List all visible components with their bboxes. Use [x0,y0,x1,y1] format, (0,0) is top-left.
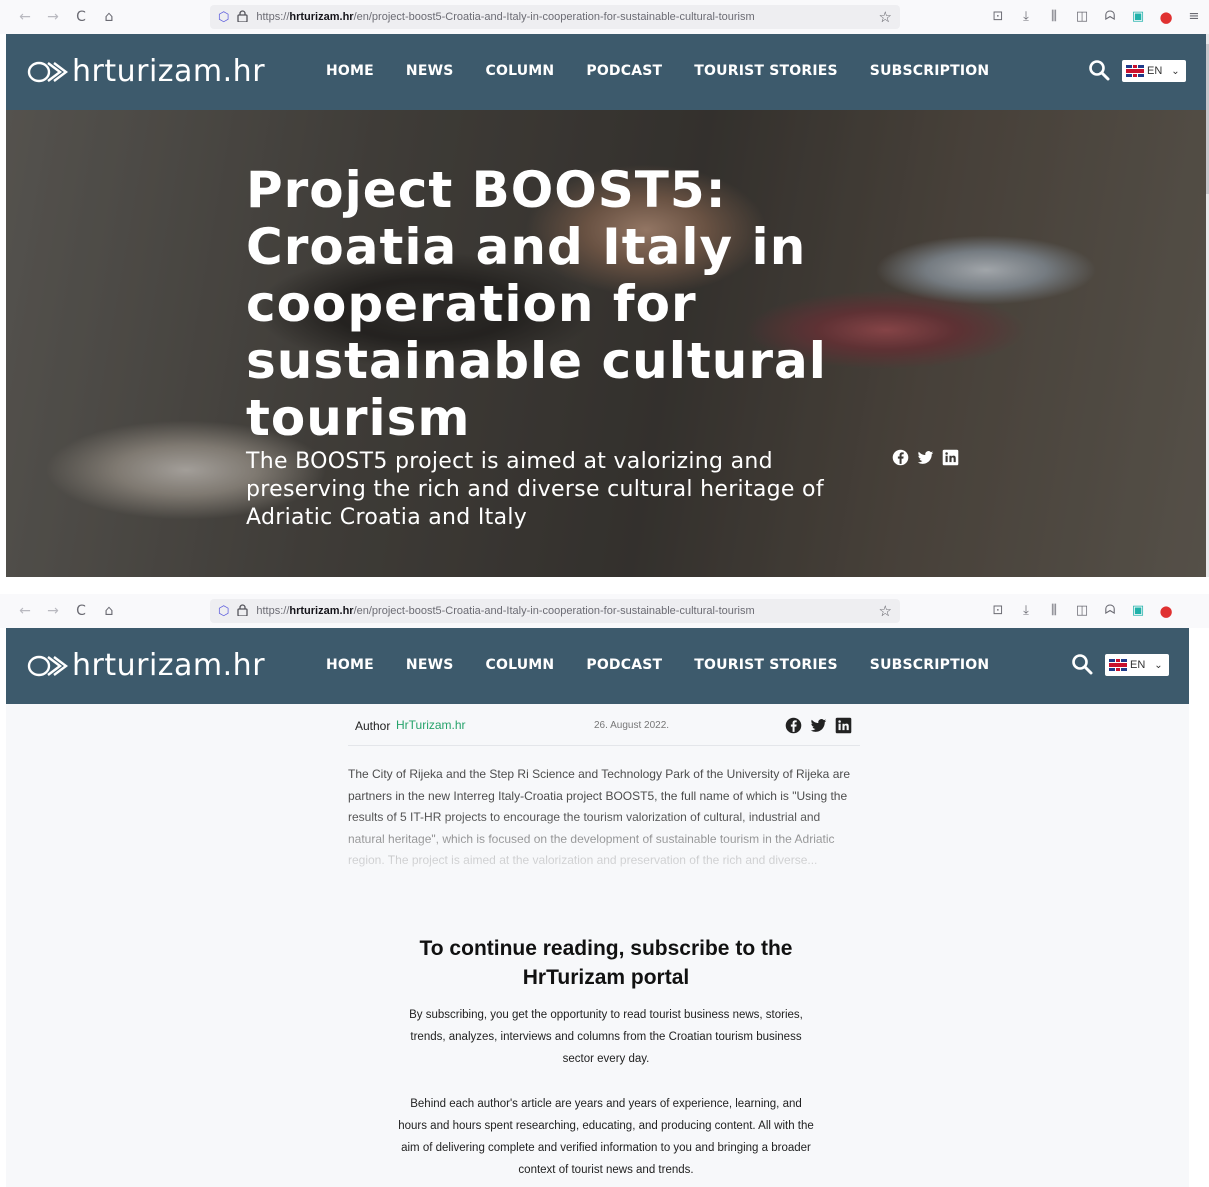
reload-icon[interactable]: C [74,10,88,24]
forward-icon[interactable]: → [46,10,60,24]
url-text[interactable]: https://hrturizam.hr/en/project-boost5-C… [256,11,754,23]
facebook-icon[interactable] [785,717,802,734]
menu-item-column[interactable]: COLUMN [486,63,555,79]
linkedin-icon[interactable] [942,449,959,466]
site-logo[interactable]: hrturizam.hr [26,648,265,683]
language-select[interactable]: EN ⌄ [1105,654,1169,676]
menu-item-podcast[interactable]: PODCAST [586,63,662,79]
twitter-icon[interactable] [810,717,827,734]
paywall-description-2: Behind each author's article are years a… [398,1098,814,1176]
hero-share-buttons [892,449,959,466]
author-link[interactable]: HrTurizam.hr [396,718,466,732]
uk-flag-icon [1126,65,1144,77]
screenshot-bottom: ← → C ⌂ ⬡ https://hrturizam.hr/en/projec… [0,594,1209,1187]
language-select[interactable]: EN ⌄ [1122,60,1186,82]
tracking-shield-icon[interactable]: ⬡ [218,604,229,619]
language-code: EN [1147,65,1163,77]
site-header: hrturizam.hr HOME NEWS COLUMN PODCAST TO… [6,34,1206,110]
main-menu: HOME NEWS COLUMN PODCAST TOURIST STORIES… [326,657,989,673]
screenshot-divider [0,577,1209,594]
bookmark-star-icon[interactable]: ☆ [879,8,892,26]
article-meta: Author HrTurizam.hr 26. August 2022. [348,716,860,746]
lock-icon[interactable] [237,603,249,619]
browser-tools: ⊡ ⤓ ⫼ ◫ ᗣ ▣ ● [990,603,1174,619]
logo-mark-icon [26,57,70,87]
site-header: hrturizam.hr HOME NEWS COLUMN PODCAST TO… [6,628,1189,704]
facebook-icon[interactable] [892,449,909,466]
pocket-icon[interactable]: ⊡ [990,9,1006,25]
logo-text: hrturizam.hr [72,648,266,683]
author-label: Author [355,719,391,733]
menu-item-tourist-stories[interactable]: TOURIST STORIES [694,63,838,79]
extension-icon[interactable]: ● [1158,9,1174,25]
hero-banner: Project BOOST5: Croatia and Italy in coo… [6,110,1206,577]
browser-nav: ← → C ⌂ [0,604,210,618]
account-icon[interactable]: ᗣ [1102,9,1118,25]
address-bar[interactable]: ⬡ https://hrturizam.hr/en/project-boost5… [210,5,900,29]
menu-item-subscription[interactable]: SUBSCRIPTION [870,657,990,673]
linkedin-icon[interactable] [835,717,852,734]
paywall-title: To continue reading, subscribe to the Hr… [419,937,793,989]
download-icon[interactable]: ⤓ [1018,603,1034,619]
download-icon[interactable]: ⤓ [1018,9,1034,25]
reload-icon[interactable]: C [74,604,88,618]
chevron-down-icon: ⌄ [1154,659,1163,671]
share-buttons [785,717,852,734]
sidebar-icon[interactable]: ◫ [1074,603,1090,619]
publish-date: 26. August 2022. [594,720,670,731]
back-icon[interactable]: ← [18,10,32,24]
excerpt-fade-overlay [336,814,876,894]
tracking-shield-icon[interactable]: ⬡ [218,10,229,25]
search-icon[interactable] [1071,653,1093,675]
sidebar-icon[interactable]: ◫ [1074,9,1090,25]
menu-item-home[interactable]: HOME [326,63,374,79]
article-page: Author HrTurizam.hr 26. August 2022. The… [6,704,1189,1187]
pocket-icon[interactable]: ⊡ [990,603,1006,619]
extension-icon[interactable]: ● [1158,603,1174,619]
main-menu: HOME NEWS COLUMN PODCAST TOURIST STORIES… [326,63,989,79]
lock-icon[interactable] [237,9,249,25]
browser-toolbar: ← → C ⌂ ⬡ https://hrturizam.hr/en/projec… [0,0,1209,34]
url-text[interactable]: https://hrturizam.hr/en/project-boost5-C… [256,605,754,617]
browser-toolbar: ← → C ⌂ ⬡ https://hrturizam.hr/en/projec… [0,594,1209,628]
save-icon[interactable]: ▣ [1130,603,1146,619]
home-icon[interactable]: ⌂ [102,10,116,24]
library-icon[interactable]: ⫼ [1046,9,1062,25]
article-subtitle: The BOOST5 project is aimed at valorizin… [246,449,824,530]
browser-nav: ← → C ⌂ [0,10,210,24]
library-icon[interactable]: ⫼ [1046,603,1062,619]
back-icon[interactable]: ← [18,604,32,618]
menu-item-column[interactable]: COLUMN [486,657,555,673]
screenshot-top: ← → C ⌂ ⬡ https://hrturizam.hr/en/projec… [0,0,1209,577]
paywall-description: By subscribing, you get the opportunity … [409,1009,803,1065]
logo-text: hrturizam.hr [72,54,266,89]
address-bar[interactable]: ⬡ https://hrturizam.hr/en/project-boost5… [210,599,900,623]
menu-item-home[interactable]: HOME [326,657,374,673]
site-logo[interactable]: hrturizam.hr [26,54,265,89]
bookmark-star-icon[interactable]: ☆ [879,602,892,620]
menu-item-news[interactable]: NEWS [406,657,454,673]
logo-mark-icon [26,651,70,681]
article-title: Project BOOST5: Croatia and Italy in coo… [246,161,827,447]
app-menu-icon[interactable]: ≡ [1186,9,1202,25]
save-icon[interactable]: ▣ [1130,9,1146,25]
menu-item-podcast[interactable]: PODCAST [586,657,662,673]
forward-icon[interactable]: → [46,604,60,618]
account-icon[interactable]: ᗣ [1102,603,1118,619]
chevron-down-icon: ⌄ [1171,65,1180,77]
menu-item-subscription[interactable]: SUBSCRIPTION [870,63,990,79]
language-code: EN [1130,659,1146,671]
menu-item-news[interactable]: NEWS [406,63,454,79]
twitter-icon[interactable] [917,449,934,466]
home-icon[interactable]: ⌂ [102,604,116,618]
uk-flag-icon [1109,659,1127,671]
menu-item-tourist-stories[interactable]: TOURIST STORIES [694,657,838,673]
search-icon[interactable] [1088,59,1110,81]
browser-tools: ⊡ ⤓ ⫼ ◫ ᗣ ▣ ● ≡ [990,9,1202,25]
